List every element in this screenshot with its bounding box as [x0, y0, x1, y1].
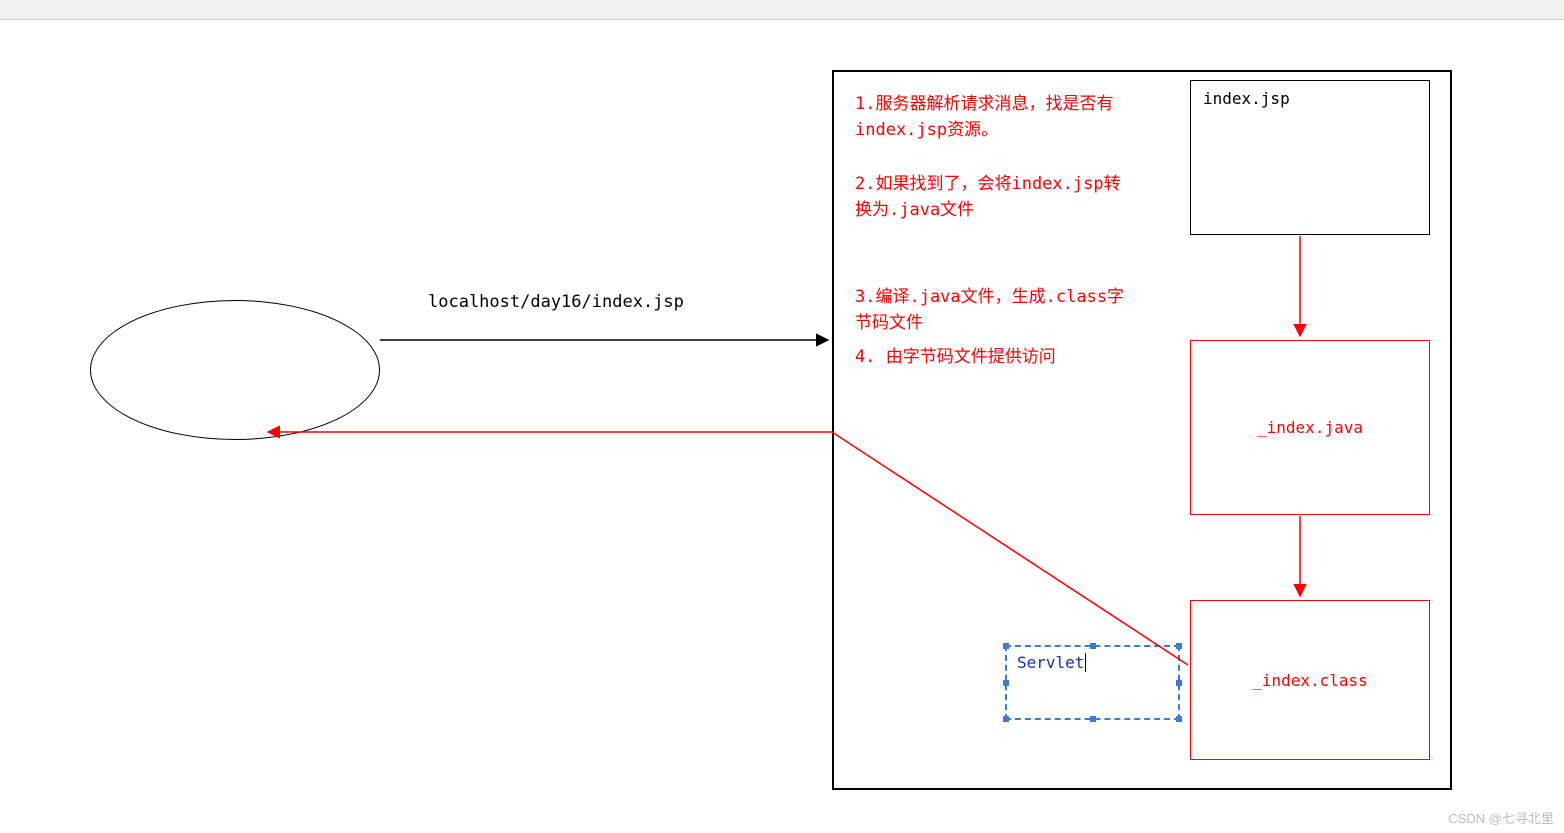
diagram-canvas: 1.服务器解析请求消息，找是否有index.jsp资源。 2.如果找到了，会将i…: [0, 20, 1564, 833]
file-java-box: _index.java: [1190, 340, 1430, 515]
file-jsp-label: index.jsp: [1203, 89, 1290, 108]
step-4-text: 4. 由字节码文件提供访问: [855, 345, 1135, 371]
watermark: CSDN @七寻北里: [1448, 808, 1554, 827]
client-ellipse: [90, 300, 380, 440]
file-class-box: _index.class: [1190, 600, 1430, 760]
request-url-label: localhost/day16/index.jsp: [428, 292, 684, 312]
file-jsp-box: index.jsp: [1190, 80, 1430, 235]
file-class-label: _index.class: [1252, 671, 1368, 690]
step-1-text: 1.服务器解析请求消息，找是否有index.jsp资源。: [855, 92, 1135, 143]
file-java-label: _index.java: [1257, 418, 1363, 437]
servlet-label-text: Servlet: [1017, 653, 1084, 672]
step-2-text: 2.如果找到了，会将index.jsp转换为.java文件: [855, 172, 1135, 223]
step-3-text: 3.编译.java文件，生成.class字节码文件: [855, 285, 1135, 336]
app-titlebar: [0, 0, 1564, 20]
servlet-label-box[interactable]: Servlet: [1005, 645, 1180, 720]
